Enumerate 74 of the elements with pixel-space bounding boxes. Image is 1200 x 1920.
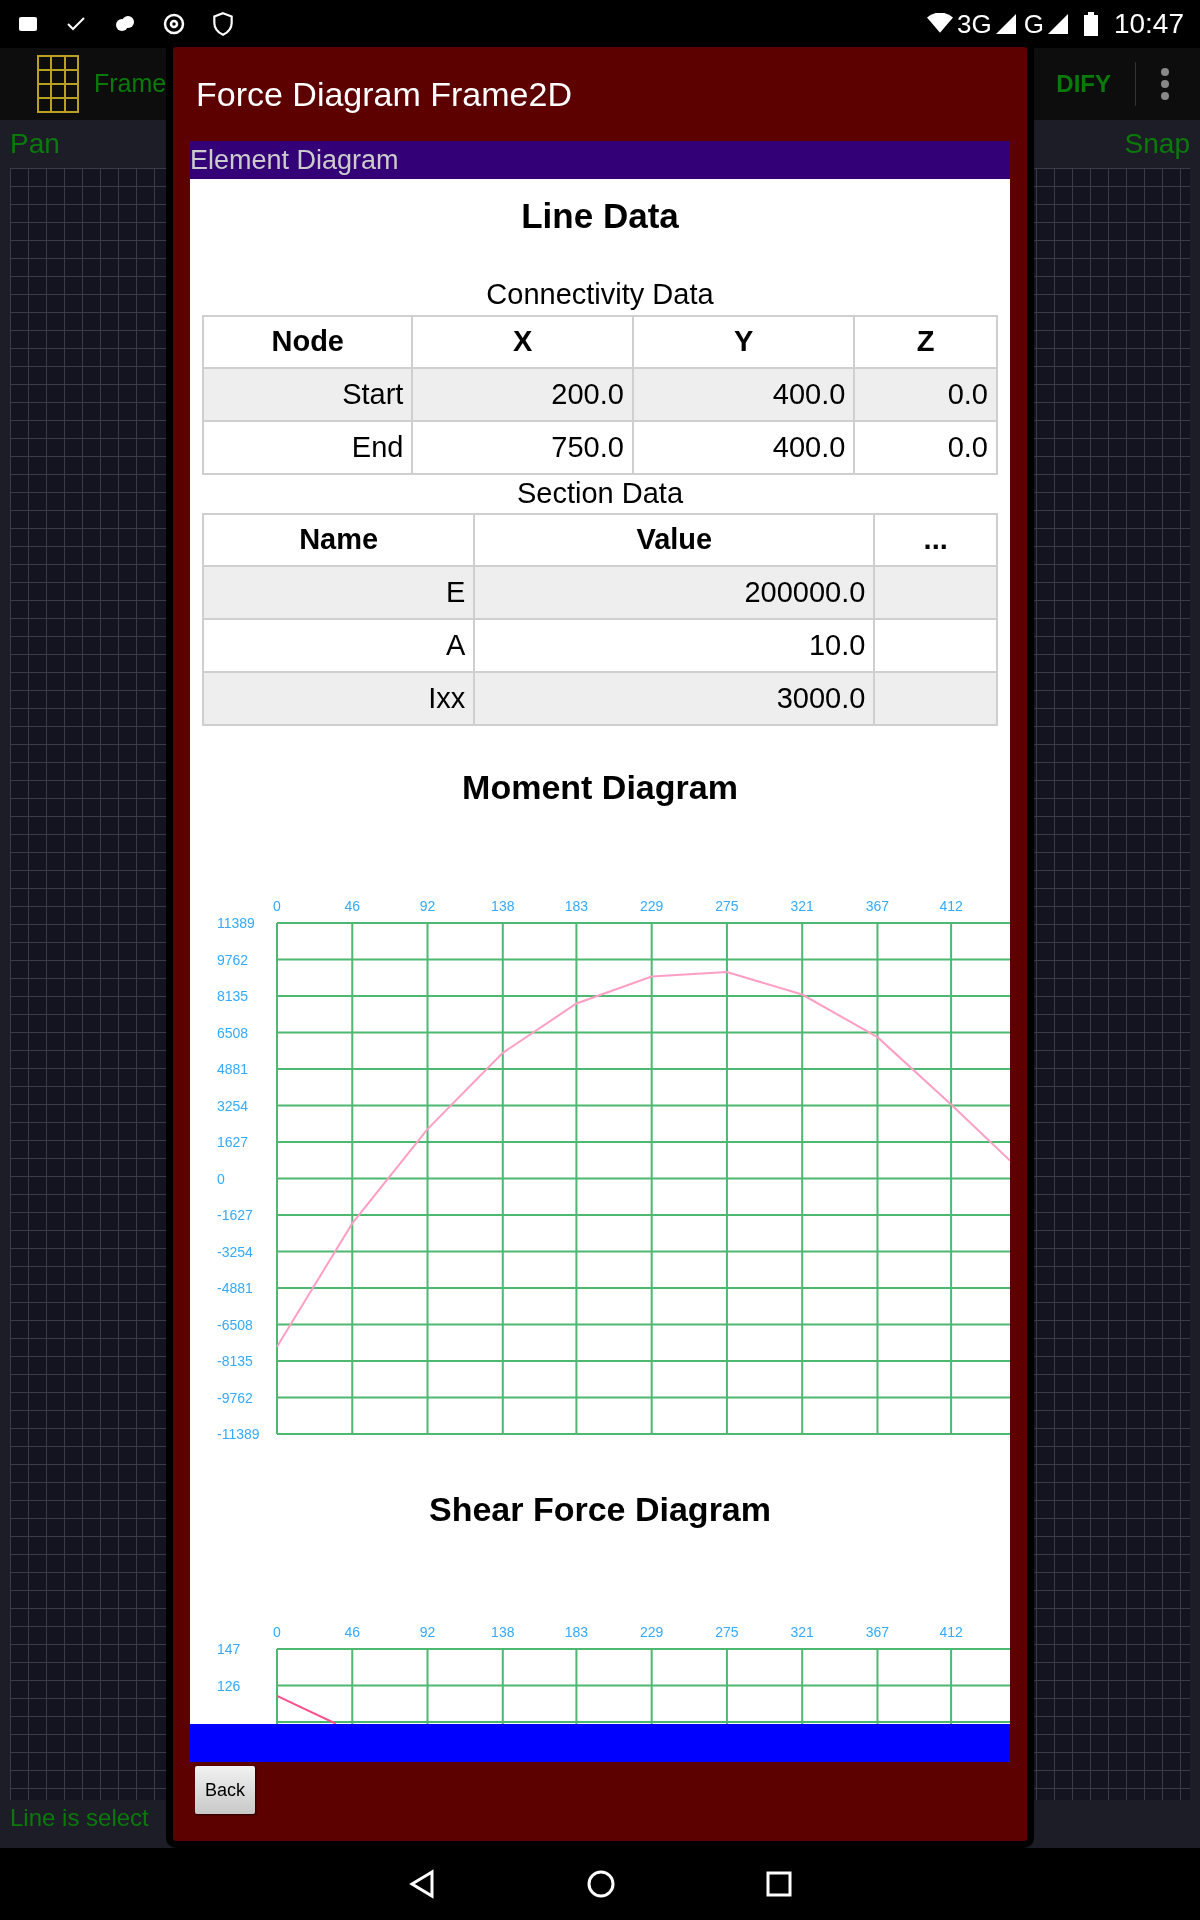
table-cell: 0.0 [854, 421, 997, 474]
table-cell: Ixx [203, 672, 475, 725]
y-tick-label: 4881 [217, 1061, 249, 1077]
column-header: Name [203, 514, 475, 566]
wifi-icon [927, 13, 953, 35]
chart-title: Moment Diagram [461, 767, 739, 808]
toolbar-action[interactable]: DIFY [1056, 66, 1111, 102]
x-tick-label: 0 [273, 898, 281, 914]
app-title: Frame [94, 68, 167, 100]
y-tick-label: 11389 [217, 915, 255, 931]
x-tick-label: 412 [939, 898, 963, 914]
table-cell: 750.0 [412, 421, 633, 474]
table-caption: Connectivity Data [485, 277, 715, 312]
y-tick-label: 1627 [217, 1134, 249, 1150]
y-tick-label: 6508 [217, 1024, 249, 1041]
x-tick-label: 229 [640, 898, 664, 914]
diagram-line [276, 1694, 337, 1724]
table-cell: 400.0 [632, 421, 855, 474]
x-tick-label: 367 [865, 898, 890, 914]
battery-icon [1083, 12, 1098, 36]
status-message: Line is select [10, 1803, 150, 1833]
x-tick-label: 275 [715, 898, 739, 914]
column-header: X [412, 316, 633, 368]
shield-icon [210, 10, 236, 38]
clock: 10:47 [1113, 7, 1184, 41]
y-tick-label: -9762 [217, 1389, 253, 1406]
x-tick-label: 46 [344, 1624, 361, 1640]
x-tick-label: 46 [344, 898, 361, 914]
y-tick-label: 147 [217, 1641, 241, 1657]
chart-title: Shear Force Diagram [428, 1489, 772, 1530]
network-type: 3G [957, 7, 992, 41]
x-tick-label: 367 [865, 1624, 890, 1640]
pan-label: Pan [10, 127, 60, 161]
y-tick-label: -4881 [217, 1280, 253, 1296]
more-menu-icon[interactable] [1160, 67, 1170, 101]
x-tick-label: 275 [715, 1624, 739, 1640]
y-tick-label: -6508 [217, 1316, 253, 1333]
y-tick-label: -3254 [217, 1243, 253, 1260]
y-tick-label: 3254 [217, 1097, 249, 1114]
table-cell: 3000.0 [474, 672, 875, 725]
x-tick-label: 183 [564, 898, 589, 914]
snap-label: Snap [1124, 127, 1190, 161]
section-title: Line Data [520, 195, 680, 237]
x-tick-label: 321 [790, 1624, 814, 1640]
signal-icon [1047, 14, 1068, 34]
y-tick-label: 9762 [217, 951, 249, 968]
y-tick-label: 126 [217, 1677, 241, 1694]
x-tick-label: 138 [491, 1624, 515, 1640]
back-button[interactable]: Back [195, 1766, 256, 1814]
column-header: Node [203, 316, 413, 368]
table-cell: End [203, 421, 413, 474]
y-tick-label: -1627 [217, 1207, 253, 1223]
panel-header: Element Diagram [190, 141, 1010, 179]
x-tick-label: 92 [419, 1624, 436, 1640]
x-tick-label: 138 [491, 898, 515, 914]
x-tick-label: 0 [273, 1624, 281, 1640]
x-tick-label: 92 [419, 898, 436, 914]
x-tick-label: 183 [564, 1624, 589, 1640]
recents-nav-icon[interactable] [766, 1871, 792, 1897]
home-nav-icon[interactable] [586, 1869, 616, 1899]
x-tick-label: 229 [640, 1624, 664, 1640]
signal-icon [995, 14, 1016, 34]
y-tick-label: -11389 [217, 1426, 260, 1442]
table-caption: Section Data [515, 476, 684, 511]
column-header: Value [474, 514, 875, 566]
y-tick-label: 8135 [217, 988, 249, 1004]
back-nav-icon[interactable] [408, 1869, 436, 1899]
dialog-title: Force Diagram Frame2D [196, 73, 572, 115]
network-type: G [1023, 7, 1044, 41]
column-header: Y [632, 316, 855, 368]
y-tick-label: -8135 [217, 1353, 253, 1369]
x-tick-label: 412 [939, 1624, 963, 1640]
y-tick-label: 0 [217, 1170, 225, 1187]
x-tick-label: 321 [790, 898, 814, 914]
